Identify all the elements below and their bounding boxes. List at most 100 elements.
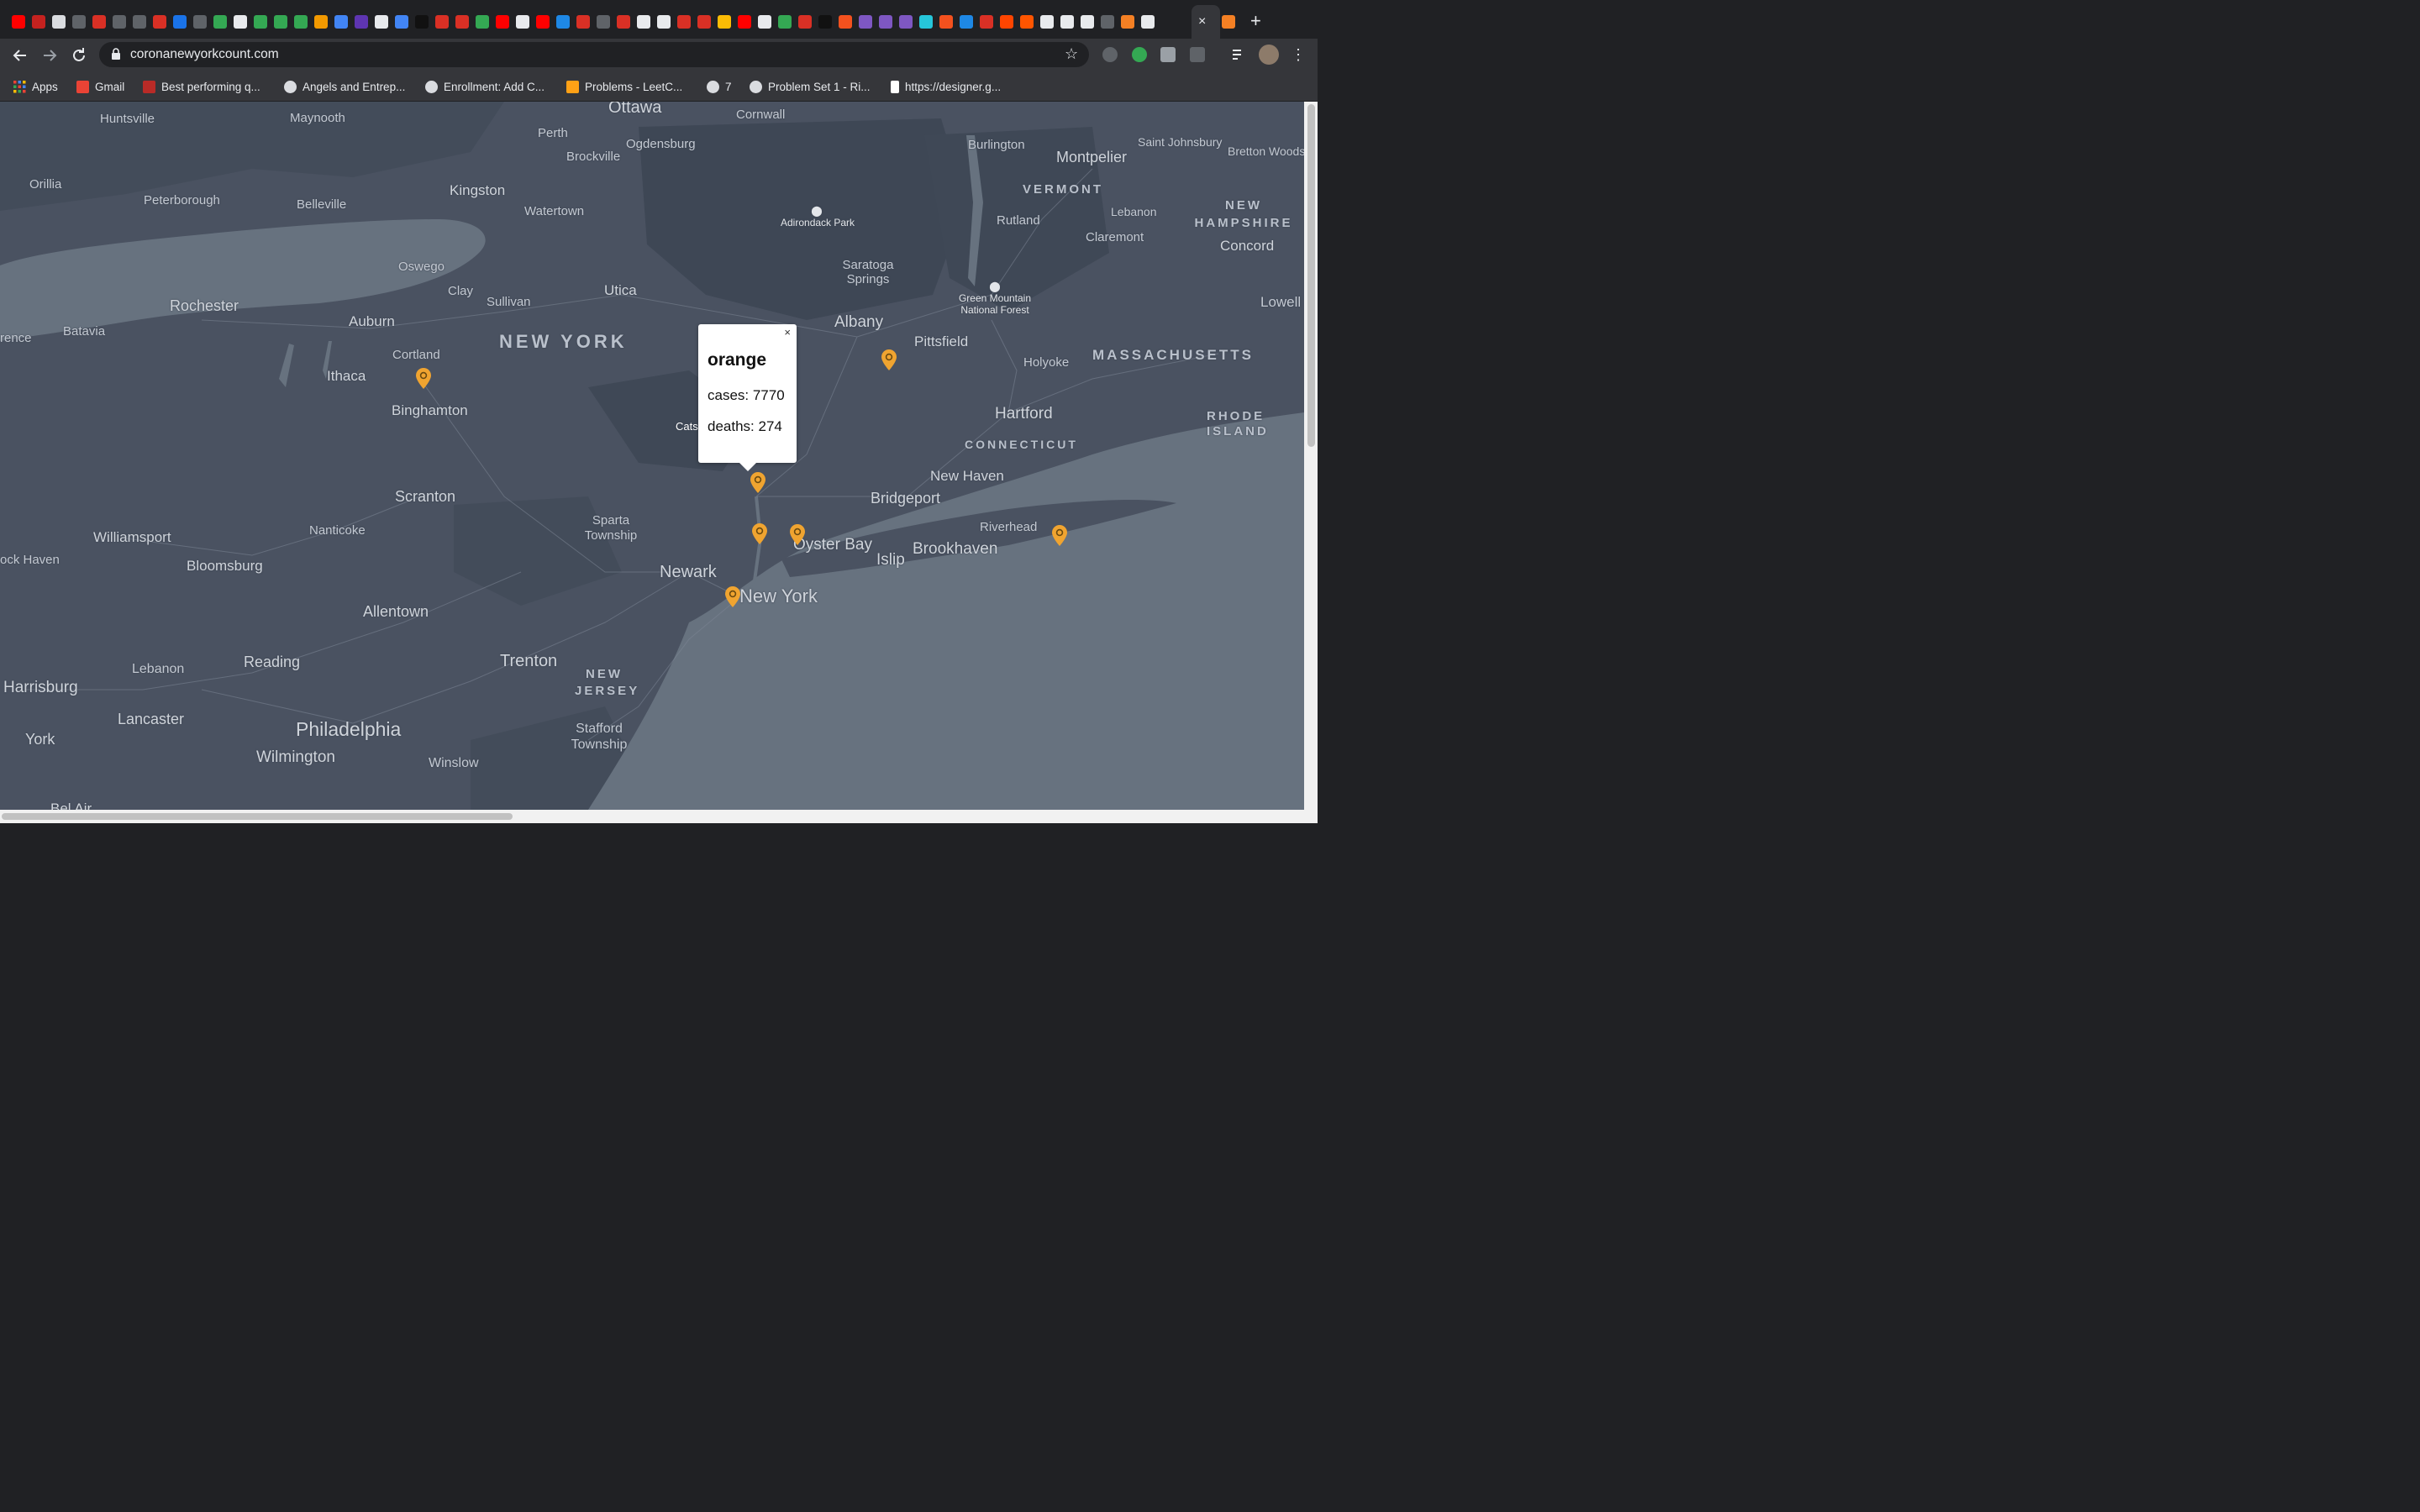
new-tab-button[interactable]: +: [1250, 12, 1261, 30]
back-button[interactable]: [10, 45, 30, 66]
tab-favicon-icon[interactable]: [637, 15, 650, 29]
tab-favicon-icon[interactable]: [476, 15, 489, 29]
tab-favicon-icon[interactable]: [173, 15, 187, 29]
bookmark-label: Best performing q...: [161, 80, 260, 93]
bookmark-star-icon[interactable]: ☆: [1065, 45, 1078, 63]
bookmark-angels[interactable]: Angels and Entrep...: [284, 79, 405, 94]
tab-favicon-icon[interactable]: [113, 15, 126, 29]
extension-icon[interactable]: [1132, 47, 1147, 62]
tab-favicon-icon[interactable]: [798, 15, 812, 29]
tab-favicon-icon[interactable]: [12, 15, 25, 29]
horizontal-scrollbar-thumb[interactable]: [2, 813, 513, 820]
tab-favicon-icon[interactable]: [919, 15, 933, 29]
county-marker-pin[interactable]: [724, 586, 741, 608]
popup-close-button[interactable]: ×: [784, 326, 791, 339]
bookmark-label: Problem Set 1 - Ri...: [768, 80, 871, 93]
county-marker-pin-orange[interactable]: [750, 472, 766, 494]
tab-favicon-icon[interactable]: [92, 15, 106, 29]
tab-favicon-icon[interactable]: [1020, 15, 1034, 29]
lock-icon[interactable]: [111, 48, 121, 60]
map-canvas[interactable]: Ottawa Huntsville Maynooth Cornwall Pert…: [0, 102, 1304, 810]
tab-favicon-icon[interactable]: [1081, 15, 1094, 29]
tab-favicon-icon[interactable]: [234, 15, 247, 29]
tab-favicon-icon[interactable]: [879, 15, 892, 29]
tab-favicon-icon[interactable]: [435, 15, 449, 29]
county-marker-pin[interactable]: [881, 349, 897, 371]
tab-favicon-icon[interactable]: [1040, 15, 1054, 29]
tab-favicon-icon[interactable]: [395, 15, 408, 29]
tab-favicon-icon[interactable]: [32, 15, 45, 29]
reload-button[interactable]: [69, 45, 89, 66]
tab-favicon-icon[interactable]: [496, 15, 509, 29]
tab-favicon-icon[interactable]: [1000, 15, 1013, 29]
bookmark-designer[interactable]: https://designer.g...: [891, 79, 1001, 94]
tab-favicon-icon[interactable]: [415, 15, 429, 29]
county-marker-pin[interactable]: [789, 524, 806, 546]
stackoverflow-tab-icon[interactable]: [1222, 15, 1235, 29]
tab-favicon-icon[interactable]: [153, 15, 166, 29]
tab-favicon-icon[interactable]: [274, 15, 287, 29]
extension-icon[interactable]: [1102, 47, 1118, 62]
extension-icon[interactable]: [1160, 47, 1176, 62]
url-text[interactable]: coronanewyorkcount.com: [130, 47, 279, 62]
tab-favicon-icon[interactable]: [193, 15, 207, 29]
tab-favicon-icon[interactable]: [899, 15, 913, 29]
tab-favicon-icon[interactable]: [1121, 15, 1134, 29]
tab-favicon-icon[interactable]: [1060, 15, 1074, 29]
bookmark-gmail[interactable]: Gmail: [76, 79, 124, 94]
tab-favicon-icon[interactable]: [294, 15, 308, 29]
popup-county-name: orange: [708, 350, 767, 370]
county-marker-pin[interactable]: [751, 523, 768, 545]
tab-favicon-icon[interactable]: [1101, 15, 1114, 29]
gmail-icon: [76, 80, 89, 93]
county-marker-pin[interactable]: [1051, 525, 1068, 547]
tab-favicon-icon[interactable]: [576, 15, 590, 29]
tab-favicon-icon[interactable]: [556, 15, 570, 29]
map-label-allentown: Allentown: [363, 603, 429, 620]
tab-favicon-icon[interactable]: [314, 15, 328, 29]
forward-button[interactable]: [39, 45, 60, 66]
tab-favicon-icon[interactable]: [960, 15, 973, 29]
tab-favicon-icon[interactable]: [657, 15, 671, 29]
county-marker-pin[interactable]: [415, 368, 432, 390]
tab-favicon-icon[interactable]: [72, 15, 86, 29]
reading-list-icon[interactable]: [1231, 47, 1246, 62]
tab-favicon-icon[interactable]: [213, 15, 227, 29]
bookmark-leetcode[interactable]: Problems - LeetC...: [566, 79, 682, 94]
bookmark-best-performing[interactable]: Best performing q...: [143, 79, 260, 94]
bookmark-problem-set[interactable]: Problem Set 1 - Ri...: [750, 79, 871, 94]
tab-favicon-icon[interactable]: [536, 15, 550, 29]
tab-favicon-icon[interactable]: [455, 15, 469, 29]
tab-favicon-icon[interactable]: [516, 15, 529, 29]
tab-favicon-icon[interactable]: [375, 15, 388, 29]
tab-favicon-icon[interactable]: [939, 15, 953, 29]
menu-kebab-icon[interactable]: ⋮: [1291, 47, 1306, 62]
tab-favicon-icon[interactable]: [597, 15, 610, 29]
tab-favicon-icon[interactable]: [617, 15, 630, 29]
tab-favicon-icon[interactable]: [334, 15, 348, 29]
vertical-scrollbar-thumb[interactable]: [1307, 104, 1315, 447]
tab-favicon-icon[interactable]: [758, 15, 771, 29]
map-label-auburn: Auburn: [349, 313, 395, 329]
map-label-riverhead: Riverhead: [980, 520, 1038, 534]
tab-favicon-icon[interactable]: [859, 15, 872, 29]
tab-favicon-icon[interactable]: [697, 15, 711, 29]
tab-favicon-icon[interactable]: [1141, 15, 1155, 29]
tab-favicon-icon[interactable]: [738, 15, 751, 29]
tab-favicon-icon[interactable]: [355, 15, 368, 29]
tab-favicon-icon[interactable]: [980, 15, 993, 29]
tab-favicon-icon[interactable]: [677, 15, 691, 29]
bookmark-7[interactable]: 7: [707, 79, 732, 94]
tab-favicon-icon[interactable]: [133, 15, 146, 29]
tab-favicon-icon[interactable]: [818, 15, 832, 29]
bookmark-apps[interactable]: Apps: [13, 79, 58, 94]
tab-close-icon[interactable]: ×: [1198, 14, 1206, 29]
tab-favicon-icon[interactable]: [718, 15, 731, 29]
tab-favicon-icon[interactable]: [839, 15, 852, 29]
profile-avatar[interactable]: [1259, 45, 1279, 65]
tab-favicon-icon[interactable]: [52, 15, 66, 29]
extension-icon[interactable]: [1190, 47, 1205, 62]
tab-favicon-icon[interactable]: [778, 15, 792, 29]
tab-favicon-icon[interactable]: [254, 15, 267, 29]
bookmark-enrollment[interactable]: Enrollment: Add C...: [425, 79, 544, 94]
